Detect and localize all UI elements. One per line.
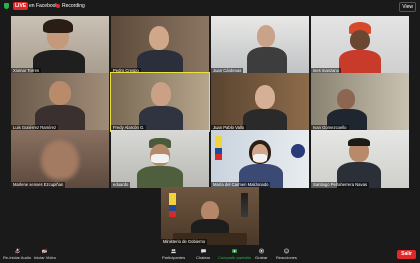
video-tile[interactable]: eduardo: [111, 130, 209, 188]
chat-button[interactable]: Chatear: [196, 248, 210, 260]
video-tile[interactable]: Marlene xenxes Ezcupiñan: [11, 130, 109, 188]
record-button[interactable]: Grabar: [255, 248, 267, 260]
participant-name: eduardo: [111, 182, 131, 188]
unmute-button[interactable]: Re-iniciar Audio: [3, 248, 31, 260]
leave-meeting-button[interactable]: Salir: [397, 250, 416, 259]
video-tile[interactable]: Pedro Crespo: [111, 16, 209, 74]
video-tile[interactable]: María del Carmen Maldonado: [211, 130, 309, 188]
video-camera-icon: [42, 248, 48, 254]
ecuador-flag: [169, 193, 176, 217]
participant-name: Marlene xenxes Ezcupiñan: [11, 182, 66, 188]
video-tile[interactable]: Santiago Peñaherrera Navas: [311, 130, 409, 188]
video-tile[interactable]: Ivan Gomezcoello: [311, 73, 409, 131]
microphone-icon: [14, 248, 20, 254]
live-badge[interactable]: LIVE: [13, 2, 29, 10]
reactions-icon: [284, 248, 289, 254]
security-shield-icon[interactable]: [4, 3, 9, 9]
participants-button[interactable]: Participantes: [162, 248, 185, 260]
meeting-top-bar: LIVE en Facebook Recording View: [0, 0, 420, 13]
reactions-button[interactable]: Reacciones: [276, 248, 297, 260]
share-screen-icon: [231, 249, 237, 253]
participant-name: Ministerio de Gobierno: [161, 239, 208, 245]
start-video-button[interactable]: Iniciar Video: [34, 248, 56, 260]
chat-icon: [200, 249, 206, 254]
meeting-toolbar: Re-iniciar Audio Iniciar Video Participa…: [0, 246, 420, 263]
video-tile[interactable]: Xiomar Torres: [11, 16, 109, 74]
recording-indicator[interactable]: Recording: [56, 2, 85, 10]
participant-name: Santiago Peñaherrera Navas: [311, 182, 370, 188]
record-dot-icon: [56, 3, 60, 8]
facebook-stream-label: en Facebook: [29, 3, 58, 9]
record-icon: [258, 248, 264, 254]
video-tile[interactable]: Luis Gutiérrez Ramírez: [11, 73, 109, 131]
ecuador-flag: [215, 136, 222, 160]
video-tile[interactable]: Juan Pablo Vallo: [211, 73, 309, 131]
institution-seal: [291, 144, 305, 158]
participants-icon: [171, 249, 176, 254]
video-tile[interactable]: ines manzano: [311, 16, 409, 74]
view-button[interactable]: View: [399, 2, 416, 12]
share-screen-button[interactable]: Compartir pantalla: [218, 248, 251, 260]
institutional-flag: [241, 193, 248, 217]
video-tile[interactable]: Juan Cárdenas: [211, 16, 309, 74]
video-tile-active-speaker[interactable]: Fredy Alarcón G.: [110, 72, 210, 132]
video-tile[interactable]: Ministerio de Gobierno: [161, 187, 259, 245]
